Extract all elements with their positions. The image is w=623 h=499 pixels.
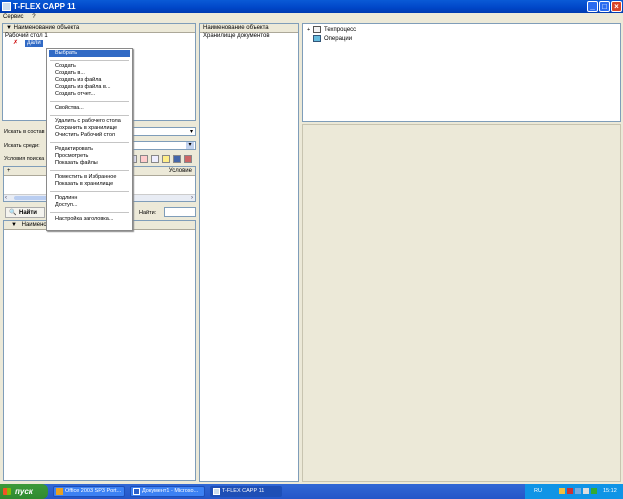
taskbar-button-word[interactable]: Документ1 - Microso... [130, 486, 205, 497]
conditions-label: Условия поиска [4, 156, 45, 162]
menu-item-show-files[interactable]: Показать файлы [55, 160, 98, 167]
find-button-label: Найти [19, 210, 37, 216]
taskbar-office-label: Office 2003 SP3 Port... [65, 488, 122, 494]
tree-item-techprocess[interactable]: Техпроцесс [324, 26, 356, 34]
maximize-button[interactable]: □ [599, 1, 610, 12]
conditions-col-plus[interactable]: + [7, 168, 11, 174]
menu-separator [50, 212, 129, 213]
menu-item-create-from-file-in[interactable]: Создать из файла в... [55, 84, 111, 91]
tray-speaker-icon[interactable] [583, 488, 589, 494]
windows-logo-icon [3, 488, 11, 495]
menu-item-clear-desktop[interactable]: Очистить Рабочий стол [55, 132, 115, 139]
app-icon [2, 2, 11, 11]
desktop-label: Рабочий стол 1 [5, 33, 48, 39]
search-among-label: Искать среди: [4, 143, 40, 149]
copy-condition-icon[interactable] [151, 155, 159, 163]
menu-bar: Сервис ? [0, 13, 623, 22]
process-icon [313, 26, 321, 33]
menu-separator [50, 101, 129, 102]
taskbar-button-office[interactable]: Office 2003 SP3 Port... [53, 486, 125, 497]
desktop-item[interactable]: ✗ дали [3, 40, 195, 47]
tray-app-icon[interactable] [559, 488, 565, 494]
menu-item-create-from-file[interactable]: Создать из файла [55, 77, 101, 84]
desktop-column-header: Наименование объекта [13, 25, 80, 31]
menu-item-header-settings[interactable]: Настройка заголовка... [55, 216, 113, 223]
menu-separator [50, 142, 129, 143]
menu-item-original[interactable]: Подлинн [55, 195, 77, 202]
menu-item-create-in[interactable]: Создать в... [55, 70, 85, 77]
title-bar: T-FLEX CAPP 11 _ □ × [0, 0, 623, 13]
storage-panel: Наименование объекта Хранилище документо… [199, 23, 299, 482]
scroll-right-icon[interactable]: › [191, 195, 193, 201]
details-panel [302, 124, 621, 482]
found-label: Найти: [139, 210, 157, 216]
system-tray: RU 15:12 [525, 484, 623, 499]
close-button[interactable]: × [611, 1, 622, 12]
collapse-arrow-icon[interactable]: ▼ [11, 222, 17, 228]
menu-item-create-report[interactable]: Создать отчет... [55, 91, 95, 98]
menu-help[interactable]: ? [32, 14, 35, 20]
desktop-panel-header[interactable]: ▼ Наименование объекта [3, 24, 195, 33]
process-tree-panel: + Техпроцесс Операции [302, 23, 621, 122]
scroll-left-icon[interactable]: ‹ [5, 195, 7, 201]
language-indicator[interactable]: RU [534, 484, 542, 499]
tree-expander[interactable]: + [307, 27, 310, 33]
menu-separator [50, 60, 129, 61]
dropdown-arrow-icon[interactable]: ▾ [186, 142, 194, 149]
tray-security-icon[interactable] [591, 488, 597, 494]
storage-panel-header[interactable]: Наименование объекта [200, 24, 298, 33]
menu-item-create[interactable]: Создать [55, 63, 76, 70]
clock: 15:12 [603, 488, 617, 494]
menu-item-select[interactable]: Выбрать [55, 50, 77, 57]
menu-item-save-to-storage[interactable]: Сохранить в хранилище [55, 125, 117, 132]
menu-item-edit[interactable]: Редактировать [55, 146, 93, 153]
taskbar-tflex-label: T-FLEX CAPP 11 [222, 488, 265, 494]
save-icon[interactable] [173, 155, 181, 163]
delete-condition-icon[interactable] [140, 155, 148, 163]
dropdown-arrow-icon[interactable]: ▾ [190, 128, 193, 136]
start-button[interactable]: пуск [0, 484, 48, 499]
selected-item-label: дали [25, 40, 43, 47]
menu-separator [50, 115, 129, 116]
tray-network-icon[interactable] [575, 488, 581, 494]
collapse-arrow-icon[interactable]: ▼ [6, 25, 14, 31]
office-icon [56, 488, 63, 495]
results-table: ▼ Наименован [3, 220, 196, 481]
open-folder-icon[interactable] [162, 155, 170, 163]
taskbar-word-label: Документ1 - Microso... [142, 488, 199, 494]
search-in-label: Искать в состав [4, 129, 45, 135]
magnifier-icon: 🔍 [9, 210, 17, 216]
tflex-icon [213, 488, 220, 495]
find-button[interactable]: 🔍 Найти [5, 207, 45, 218]
remove-icon[interactable] [184, 155, 192, 163]
storage-item[interactable]: Хранилище документов [200, 33, 298, 40]
menu-separator [50, 191, 129, 192]
taskbar-button-tflex[interactable]: T-FLEX CAPP 11 [210, 486, 282, 497]
menu-item-view[interactable]: Просмотреть [55, 153, 88, 160]
conditions-toolbar [129, 154, 195, 164]
menu-service[interactable]: Сервис [3, 14, 24, 20]
tray-antivirus-icon[interactable] [567, 488, 573, 494]
context-menu: Выбрать Создать Создать в... Создать из … [46, 48, 133, 231]
window-title: T-FLEX CAPP 11 [13, 2, 76, 11]
object-icon: ✗ [13, 40, 19, 46]
menu-separator [50, 170, 129, 171]
word-icon [133, 488, 140, 495]
operations-icon [313, 35, 321, 42]
found-field[interactable] [164, 207, 196, 217]
start-label: пуск [15, 487, 33, 496]
menu-item-show-in-storage[interactable]: Показать в хранилище [55, 181, 113, 188]
menu-item-add-to-favorites[interactable]: Поместить в Избранное [55, 174, 116, 181]
menu-item-access[interactable]: Доступ... [55, 202, 78, 209]
conditions-col-condition[interactable]: Условие [169, 167, 192, 175]
menu-item-remove-from-desktop[interactable]: Удалить с рабочего стола [55, 118, 121, 125]
tree-item-operations[interactable]: Операции [324, 35, 352, 43]
minimize-button[interactable]: _ [587, 1, 598, 12]
menu-item-properties[interactable]: Свойства... [55, 105, 84, 112]
